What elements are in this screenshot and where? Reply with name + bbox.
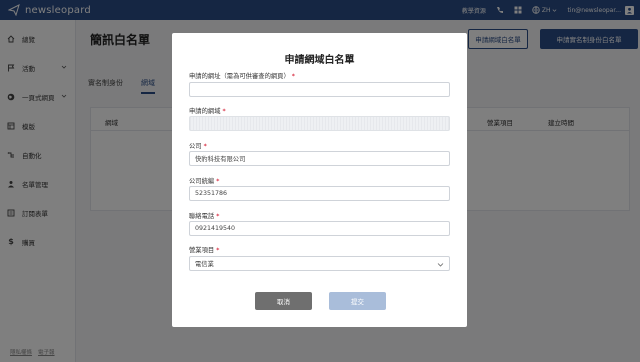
required-mark: * <box>291 73 295 80</box>
dialog-title: 申請網域白名單 <box>284 55 355 66</box>
tax-id-field-label: 公司統編 * <box>189 178 220 185</box>
domain-field-label: 申請的網域 * <box>189 108 226 115</box>
chevron-down-icon <box>437 263 444 267</box>
business-field-label: 營業項目 * <box>189 247 220 254</box>
url-input[interactable] <box>189 82 450 97</box>
required-mark: * <box>216 178 220 185</box>
apply-domain-whitelist-dialog: 申請網域白名單 申請的網址（需為可供審查的網頁） * 申請的網域 * 公司 * 快豹科… <box>172 33 467 327</box>
business-select[interactable]: 電信業 <box>189 256 450 271</box>
url-field-label: 申請的網址（需為可供審查的網頁） * <box>189 73 295 80</box>
phone-field-label: 聯絡電話 * <box>189 213 220 220</box>
cancel-button[interactable]: 取消 <box>255 292 312 310</box>
required-mark: * <box>216 213 220 220</box>
company-field-label: 公司 * <box>189 143 207 150</box>
domain-input <box>189 116 450 131</box>
required-mark: * <box>216 247 220 254</box>
company-input[interactable]: 快豹科技有限公司 <box>189 151 450 166</box>
tax-id-input[interactable]: 52351786 <box>189 186 450 201</box>
required-mark: * <box>222 108 226 115</box>
phone-input[interactable]: 0921419540 <box>189 221 450 236</box>
required-mark: * <box>203 143 207 150</box>
business-select-value: 電信業 <box>195 261 214 268</box>
submit-button[interactable]: 提交 <box>329 292 386 310</box>
